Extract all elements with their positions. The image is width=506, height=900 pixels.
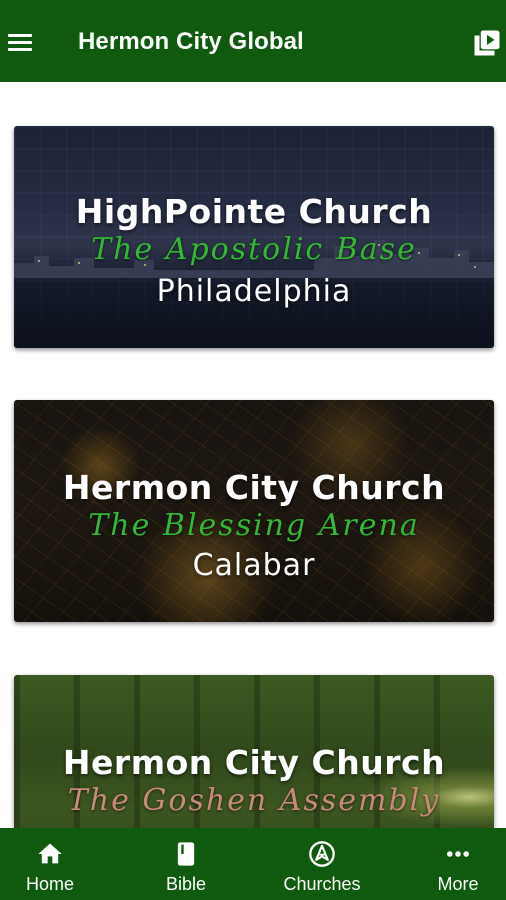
church-card[interactable]: Hermon City Church The Blessing Arena Ca… bbox=[14, 400, 494, 622]
nav-bible-label: Bible bbox=[165, 874, 207, 894]
church-name: HighPointe Church bbox=[75, 192, 433, 231]
church-list: HighPointe Church The Apostolic Base Phi… bbox=[0, 82, 506, 828]
app-title: Hermon City Global bbox=[78, 28, 304, 55]
church-name: Hermon City Church bbox=[62, 743, 446, 782]
nav-home[interactable]: Home bbox=[0, 828, 100, 900]
bottom-navigation: Home Bible Churches More bbox=[0, 828, 506, 900]
nav-home-label: Home bbox=[25, 874, 74, 894]
video-library-icon[interactable] bbox=[472, 28, 502, 58]
church-card[interactable]: HighPointe Church The Apostolic Base Phi… bbox=[14, 126, 494, 348]
nav-more[interactable]: More bbox=[410, 828, 506, 900]
church-name: Hermon City Church bbox=[62, 468, 446, 507]
nav-bible[interactable]: Bible bbox=[136, 828, 236, 900]
hamburger-menu-icon[interactable] bbox=[8, 34, 32, 52]
church-location: Calabar bbox=[192, 548, 316, 583]
book-icon bbox=[177, 842, 195, 866]
church-tagline: The Blessing Arena bbox=[88, 508, 420, 543]
church-tagline: The Apostolic Base bbox=[91, 232, 417, 267]
compass-icon bbox=[309, 841, 335, 867]
church-card[interactable]: Hermon City Church The Goshen Assembly bbox=[14, 675, 494, 828]
app-bar: Hermon City Global bbox=[0, 0, 506, 82]
home-icon bbox=[38, 843, 62, 864]
church-tagline: The Goshen Assembly bbox=[67, 783, 441, 818]
nav-more-label: More bbox=[437, 874, 479, 894]
nav-churches-label: Churches bbox=[283, 874, 361, 894]
more-dots-icon bbox=[447, 851, 469, 857]
church-location: Philadelphia bbox=[156, 274, 352, 309]
nav-churches[interactable]: Churches bbox=[262, 828, 382, 900]
